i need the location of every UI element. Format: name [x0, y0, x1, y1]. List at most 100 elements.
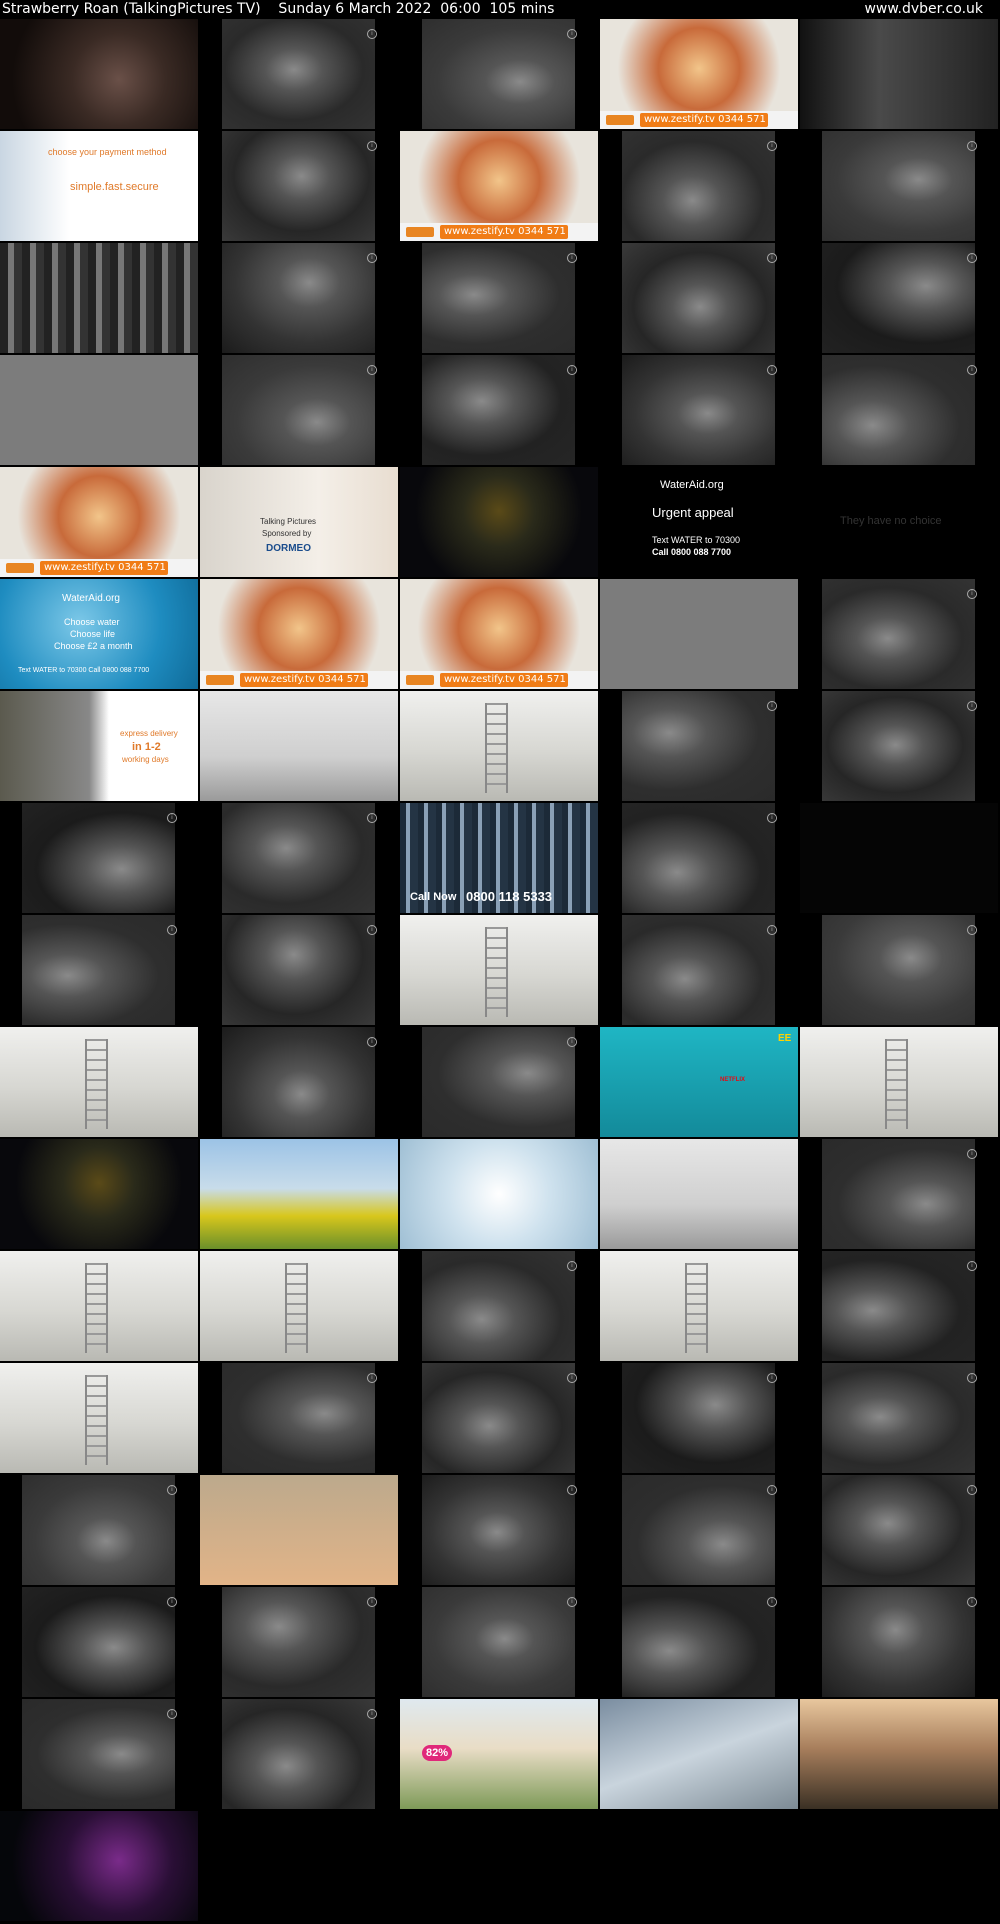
thumbnail-41[interactable]: i: [22, 915, 177, 1025]
thumbnail-5[interactable]: [800, 19, 998, 129]
thumbnail-20[interactable]: i: [822, 355, 977, 465]
thumbnail-78[interactable]: 82%: [400, 1699, 598, 1809]
thumbnail-29[interactable]: [600, 579, 798, 689]
thumbnail-54[interactable]: [600, 1139, 798, 1249]
ladder-icon: [485, 703, 508, 793]
thumbnail-80[interactable]: [800, 1699, 998, 1809]
thumbnail-53[interactable]: [400, 1139, 598, 1249]
thumbnail-23[interactable]: [400, 467, 598, 577]
call-now: Call Now: [410, 891, 457, 903]
thumbnail-69[interactable]: i: [622, 1475, 777, 1585]
zestify-banner: www.zestify.tv 0344 571 8560: [0, 559, 198, 577]
thumbnail-55[interactable]: i: [822, 1139, 977, 1249]
thumbnail-2[interactable]: i: [222, 19, 377, 129]
thumbnail-38[interactable]: Call Now 0800 118 5333: [400, 803, 598, 913]
thumbnail-25[interactable]: They have no choice: [800, 467, 998, 577]
thumbnail-7[interactable]: i: [222, 131, 377, 241]
thumbnail-56[interactable]: [0, 1251, 198, 1361]
thumbnail-8[interactable]: www.zestify.tv 0344 571 8560: [400, 131, 598, 241]
call-number: 0800 118 5333: [466, 889, 553, 904]
thumbnail-15[interactable]: i: [822, 243, 977, 353]
thumbnail-52[interactable]: [200, 1139, 398, 1249]
thumbnail-37[interactable]: i: [222, 803, 377, 913]
thumbnail-64[interactable]: i: [622, 1363, 777, 1473]
thumbnail-4[interactable]: www.zestify.tv 0344 571 8560: [600, 19, 798, 129]
thumbnail-66[interactable]: i: [22, 1475, 177, 1585]
thumbnail-14[interactable]: i: [622, 243, 777, 353]
ladder-icon: [85, 1375, 108, 1465]
thumbnail-58[interactable]: i: [422, 1251, 577, 1361]
thumbnail-51[interactable]: [0, 1139, 198, 1249]
thumbnail-60[interactable]: i: [822, 1251, 977, 1361]
promo-badge: 82%: [422, 1745, 453, 1761]
thumbnail-30[interactable]: i: [822, 579, 977, 689]
thumbnail-72[interactable]: i: [222, 1587, 377, 1697]
thumbnail-44[interactable]: i: [622, 915, 777, 1025]
thumbnail-28[interactable]: www.zestify.tv 0344 571 8560: [400, 579, 598, 689]
thumbnail-18[interactable]: i: [422, 355, 577, 465]
thumbnail-24[interactable]: WaterAid.org Urgent appeal Text WATER to 7…: [600, 467, 798, 577]
site-link[interactable]: www.dvber.co.uk: [864, 0, 983, 18]
thumbnail-31[interactable]: express delivery in 1-2 working days: [0, 691, 198, 801]
thumbnail-6[interactable]: choose your payment method simple.fast.se…: [0, 131, 198, 241]
subtitle-icon: i: [767, 813, 777, 823]
thumbnail-48[interactable]: i: [422, 1027, 577, 1137]
thumbnail-19[interactable]: i: [622, 355, 777, 465]
thumbnail-76[interactable]: i: [22, 1699, 177, 1809]
thumbnail-1[interactable]: [0, 19, 198, 129]
thumbnail-33[interactable]: [400, 691, 598, 801]
thumbnail-49[interactable]: EE NETFLIX: [600, 1027, 798, 1137]
thumbnail-13[interactable]: i: [422, 243, 577, 353]
thumbnail-59[interactable]: [600, 1251, 798, 1361]
thumbnail-3[interactable]: i: [422, 19, 577, 129]
thumbnail-70[interactable]: i: [822, 1475, 977, 1585]
urgent-appeal: Urgent appeal: [652, 505, 734, 520]
thumbnail-39[interactable]: i: [622, 803, 777, 913]
thumbnail-27[interactable]: www.zestify.tv 0344 571 8560: [200, 579, 398, 689]
thumbnail-77[interactable]: i: [222, 1699, 377, 1809]
thumbnail-9[interactable]: i: [622, 131, 777, 241]
thumbnail-34[interactable]: i: [622, 691, 777, 801]
thumbnail-61[interactable]: [0, 1363, 198, 1473]
subtitle-icon: i: [167, 813, 177, 823]
thumbnail-42[interactable]: i: [222, 915, 377, 1025]
thumbnail-40[interactable]: [800, 803, 998, 913]
thumbnail-11[interactable]: [0, 243, 198, 353]
thumbnail-22[interactable]: Talking Pictures Sponsored by DORMEO: [200, 467, 398, 577]
sponsor-channel: Talking Pictures: [260, 517, 317, 526]
thumbnail-45[interactable]: i: [822, 915, 977, 1025]
thumbnail-74[interactable]: i: [622, 1587, 777, 1697]
thumbnail-68[interactable]: i: [422, 1475, 577, 1585]
thumbnail-81[interactable]: [0, 1811, 198, 1921]
thumbnail-26[interactable]: WaterAid.org Choose water Choose life Choos…: [0, 579, 198, 689]
zestify-phone: www.zestify.tv 0344 571 8560: [440, 225, 568, 239]
subtitle-icon: i: [967, 1149, 977, 1159]
thumbnail-67[interactable]: [200, 1475, 398, 1585]
thumbnail-63[interactable]: i: [422, 1363, 577, 1473]
thumbnail-32[interactable]: [200, 691, 398, 801]
thumbnail-46[interactable]: [0, 1027, 198, 1137]
thumbnail-75[interactable]: i: [822, 1587, 977, 1697]
thumbnail-35[interactable]: i: [822, 691, 977, 801]
thumbnail-57[interactable]: [200, 1251, 398, 1361]
thumbnail-50[interactable]: [800, 1027, 998, 1137]
thumbnail-17[interactable]: i: [222, 355, 377, 465]
thumbnail-12[interactable]: i: [222, 243, 377, 353]
thumbnail-21[interactable]: www.zestify.tv 0344 571 8560: [0, 467, 198, 577]
thumbnail-71[interactable]: i: [22, 1587, 177, 1697]
subtitle-icon: i: [567, 1485, 577, 1495]
choose-life: Choose life: [70, 629, 116, 639]
ladder-icon: [85, 1039, 108, 1129]
thumbnail-36[interactable]: i: [22, 803, 177, 913]
subtitle-icon: i: [967, 701, 977, 711]
thumbnail-79[interactable]: [600, 1699, 798, 1809]
thumbnail-10[interactable]: i: [822, 131, 977, 241]
thumbnail-65[interactable]: i: [822, 1363, 977, 1473]
thumbnail-43[interactable]: [400, 915, 598, 1025]
subtitle-icon: i: [367, 1373, 377, 1383]
thumbnail-62[interactable]: i: [222, 1363, 377, 1473]
subtitle-icon: i: [767, 701, 777, 711]
thumbnail-73[interactable]: i: [422, 1587, 577, 1697]
thumbnail-47[interactable]: i: [222, 1027, 377, 1137]
thumbnail-16[interactable]: [0, 355, 198, 465]
